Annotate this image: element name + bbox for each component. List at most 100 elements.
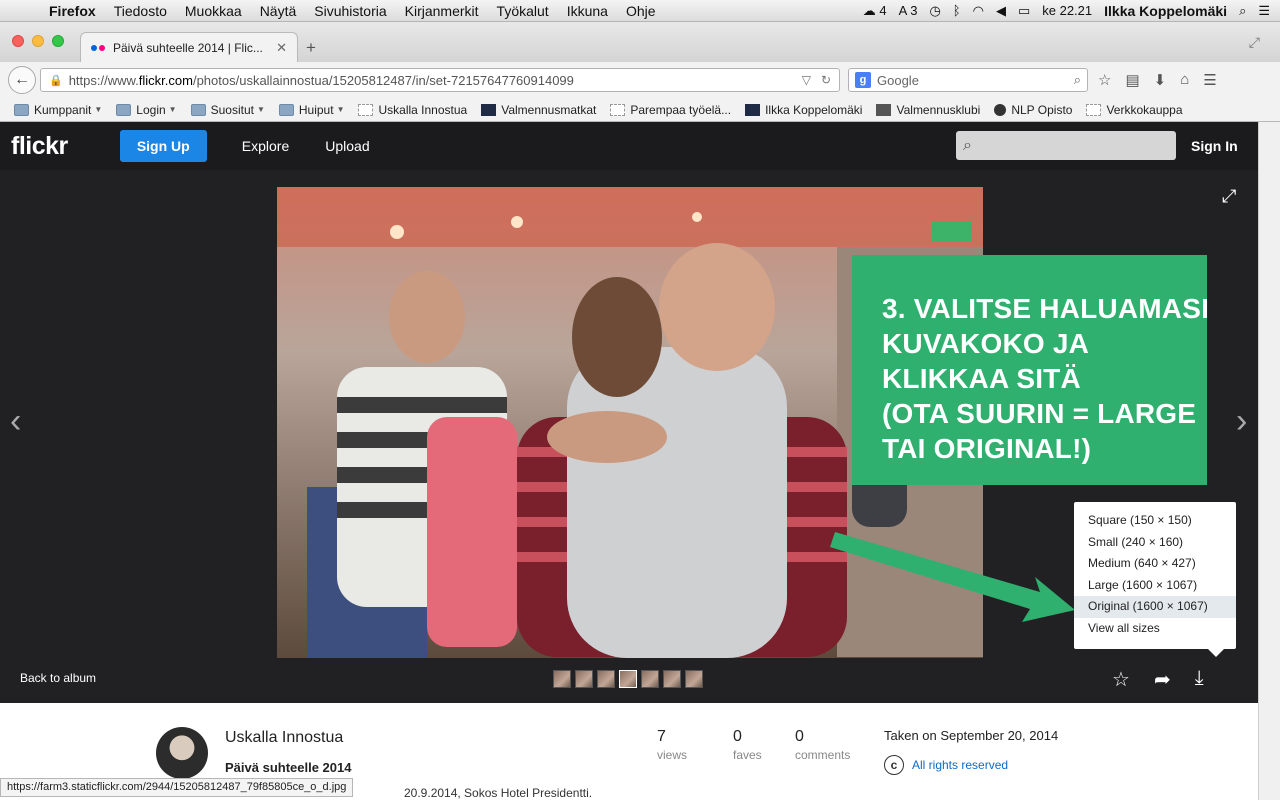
url-host: flickr.com: [138, 72, 193, 88]
taken-date[interactable]: Taken on September 20, 2014: [884, 728, 1058, 743]
bookmark-item[interactable]: Uskalla Innostua: [358, 103, 467, 117]
download-size-large[interactable]: Large (1600 × 1067): [1074, 575, 1236, 597]
bookmark-item[interactable]: NLP Opisto: [994, 103, 1072, 117]
url-dropdown-icon[interactable]: ▽: [802, 73, 811, 87]
menu-nayta[interactable]: Näytä: [251, 3, 306, 19]
notification-center-icon[interactable]: ☰: [1258, 3, 1270, 19]
chevron-down-icon: ▼: [168, 105, 177, 114]
bookmark-item[interactable]: Parempaa työelä...: [610, 103, 731, 117]
search-icon: ⌕: [963, 136, 972, 154]
bluetooth-icon[interactable]: ᛒ: [953, 3, 961, 18]
bookmark-item[interactable]: Login ▼: [116, 103, 177, 117]
new-tab-button[interactable]: +: [306, 38, 316, 58]
a3-count: 3: [910, 3, 918, 18]
url-bar[interactable]: 🔒 https://www. flickr.com/photos/uskallai…: [40, 68, 840, 92]
license-info[interactable]: c All rights reserved: [884, 755, 1008, 775]
time-machine-icon[interactable]: ◷: [929, 3, 940, 19]
view-all-sizes-link[interactable]: View all sizes: [1074, 618, 1236, 640]
menu-ikkuna[interactable]: Ikkuna: [558, 3, 617, 19]
browser-tab-active[interactable]: Päivä suhteelle 2014 | Flic... ✕: [80, 32, 298, 62]
thumbnail[interactable]: [597, 670, 615, 688]
bookmark-label: Huiput: [298, 102, 334, 117]
bookmark-icon: [745, 103, 761, 116]
menu-tyokalut[interactable]: Työkalut: [488, 3, 558, 19]
signup-button[interactable]: Sign Up: [119, 130, 207, 162]
lock-icon[interactable]: 🔒: [49, 74, 63, 87]
adobe-status[interactable]: A 3: [899, 3, 918, 18]
thumbnail[interactable]: [685, 670, 703, 688]
battery-icon[interactable]: ▭: [1018, 3, 1030, 19]
google-engine-icon[interactable]: g: [855, 72, 871, 88]
rights-link[interactable]: All rights reserved: [912, 758, 1008, 772]
back-to-album-link[interactable]: Back to album: [20, 671, 96, 685]
download-icon[interactable]: ⤓: [1195, 667, 1204, 692]
bookmark-item[interactable]: Ilkka Koppelomäki: [745, 103, 862, 117]
bookmark-star-icon[interactable]: ☆: [1098, 71, 1111, 89]
bookmark-item[interactable]: Kumppanit ▼: [14, 103, 102, 117]
owner-name[interactable]: Uskalla Innostua: [225, 729, 343, 747]
favorite-star-icon[interactable]: ☆: [1112, 667, 1130, 692]
flickr-logo[interactable]: flickr: [11, 132, 68, 161]
fullscreen-toggle-icon[interactable]: ⤢: [1249, 34, 1260, 51]
fullscreen-expand-icon[interactable]: ⤢: [1222, 186, 1236, 207]
bookmark-icon: [994, 103, 1007, 116]
download-size-small[interactable]: Small (240 × 160): [1074, 532, 1236, 554]
bookmark-label: Suositut: [210, 102, 254, 117]
tab-title: Päivä suhteelle 2014 | Flic...: [113, 40, 263, 55]
search-icon[interactable]: ⌕: [1074, 72, 1081, 88]
download-size-square[interactable]: Square (150 × 150): [1074, 510, 1236, 532]
tab-close-icon[interactable]: ✕: [276, 40, 287, 56]
thumbnail[interactable]: [641, 670, 659, 688]
downloads-icon[interactable]: ⬇: [1154, 71, 1167, 89]
home-icon[interactable]: ⌂: [1180, 71, 1189, 89]
page-scrollbar[interactable]: [1258, 122, 1280, 800]
download-size-medium[interactable]: Medium (640 × 427): [1074, 553, 1236, 575]
url-path: /photos/uskallainnostua/15205812487/in/s…: [192, 72, 574, 88]
next-photo-arrow[interactable]: ›: [1236, 402, 1247, 441]
bookmark-item[interactable]: Suositut ▼: [190, 102, 265, 117]
window-close-button[interactable]: [12, 35, 24, 47]
previous-photo-arrow[interactable]: ‹: [10, 402, 21, 441]
bookmark-item[interactable]: Verkkokauppa: [1086, 103, 1183, 117]
menu-app-firefox[interactable]: Firefox: [40, 3, 105, 19]
menu-muokkaa[interactable]: Muokkaa: [176, 3, 251, 19]
window-minimize-button[interactable]: [32, 35, 44, 47]
volume-icon[interactable]: ◀: [996, 3, 1006, 19]
back-button[interactable]: ←: [8, 66, 36, 94]
bookmark-item[interactable]: Valmennusklubi: [876, 103, 980, 117]
creative-cloud-status[interactable]: ☁ 4: [863, 3, 887, 19]
window-zoom-button[interactable]: [52, 35, 64, 47]
bookmark-item[interactable]: Huiput ▼: [278, 102, 344, 117]
share-icon[interactable]: ➦: [1154, 667, 1171, 692]
thumbnail[interactable]: [663, 670, 681, 688]
reading-list-icon[interactable]: ▤: [1125, 71, 1139, 89]
thumbnail[interactable]: [575, 670, 593, 688]
menu-hamburger-icon[interactable]: ☰: [1203, 71, 1216, 89]
spotlight-search-icon[interactable]: ⌕: [1239, 3, 1246, 19]
flickr-search-input[interactable]: ⌕: [956, 131, 1176, 160]
bookmark-icon: [358, 103, 374, 116]
browser-titlebar: Päivä suhteelle 2014 | Flic... ✕ + ⤢: [0, 22, 1280, 62]
flickr-favicon-icon: [91, 44, 105, 51]
thumbnail-current[interactable]: [619, 670, 637, 688]
wifi-icon[interactable]: ◠: [973, 3, 984, 19]
download-size-original[interactable]: Original (1600 × 1067): [1074, 596, 1236, 618]
photo-description: 20.9.2014, Sokos Hotel Presidentti.: [404, 786, 593, 800]
clock[interactable]: ke 22.21: [1042, 3, 1092, 18]
upload-link[interactable]: Upload: [325, 138, 369, 154]
avatar[interactable]: [156, 727, 208, 779]
menu-sivuhistoria[interactable]: Sivuhistoria: [305, 3, 395, 19]
thumbnail[interactable]: [553, 670, 571, 688]
url-prefix: https://www.: [68, 72, 139, 88]
menu-ohje[interactable]: Ohje: [617, 3, 665, 19]
callout-line: KUVAKOKO JA: [882, 328, 1090, 359]
user-name[interactable]: Ilkka Koppelomäki: [1104, 3, 1227, 19]
signin-link[interactable]: Sign In: [1191, 138, 1238, 154]
menu-tiedosto[interactable]: Tiedosto: [105, 3, 176, 19]
search-bar[interactable]: g Google ⌕: [848, 68, 1088, 92]
menu-kirjanmerkit[interactable]: Kirjanmerkit: [396, 3, 488, 19]
explore-link[interactable]: Explore: [242, 138, 289, 154]
reload-icon[interactable]: ↻: [821, 73, 831, 87]
bookmark-item[interactable]: Valmennusmatkat: [481, 103, 596, 117]
search-placeholder: Google: [877, 72, 919, 88]
